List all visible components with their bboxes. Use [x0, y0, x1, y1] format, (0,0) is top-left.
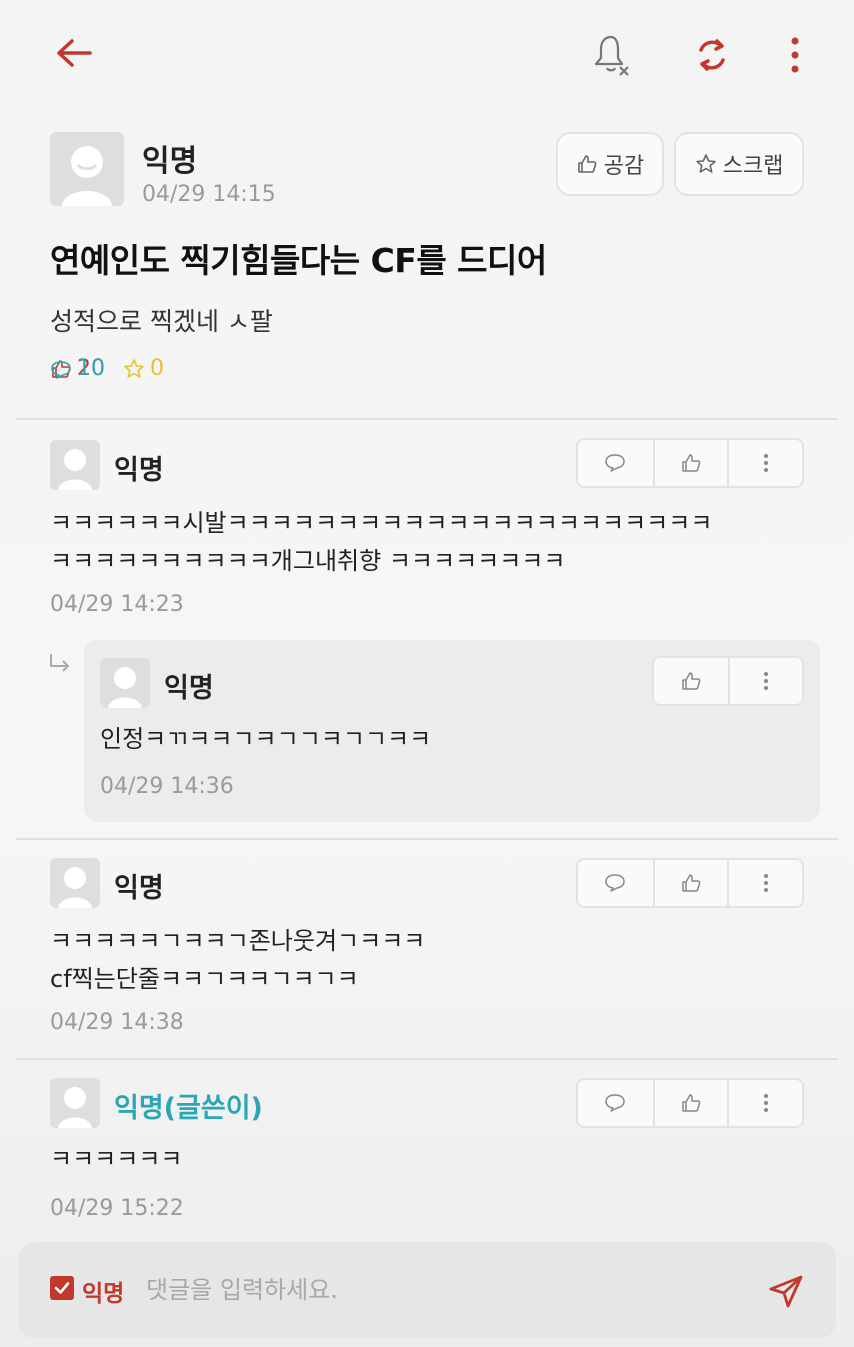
comment-more-button[interactable]: [727, 1080, 802, 1126]
bell-off-icon[interactable]: [582, 28, 642, 82]
thumbs-up-icon: [682, 454, 701, 472]
comment-line: ㅋㅋㅋㅋㅋㅋㅋㅋㅋㅋ개그내취향 ㅋㅋㅋㅋㅋㅋㅋㅋ: [50, 547, 566, 575]
scrap-button[interactable]: 스크랩: [674, 132, 804, 196]
comment-text: ㅋㅋㅋㅋㅋㅋ: [50, 1140, 182, 1178]
post-stats: 20 10 0: [50, 356, 164, 381]
comment-input[interactable]: [146, 1270, 736, 1310]
speech-bubble-icon: [51, 360, 71, 379]
thumbs-up-icon: [682, 1094, 701, 1112]
like-button-label: 공감: [603, 154, 645, 179]
scrap-button-label: 스크랩: [722, 154, 784, 179]
avatar: [50, 858, 100, 908]
reply-arrow-icon: [48, 652, 72, 680]
more-vertical-icon: [763, 1094, 768, 1112]
comment-actions: [652, 656, 804, 706]
more-vertical-icon: [763, 874, 768, 892]
comment-author: 익명: [114, 873, 164, 904]
thumbs-up-icon: [577, 155, 597, 173]
comment-like-button[interactable]: [652, 440, 728, 486]
comment-line: ㅋㅋㅋㅋㅋㅋ시발ㅋㅋㅋㅋㅋㅋㅋㅋㅋㅋㅋㅋㅋㅋㅋㅋㅋㅋㅋㅋㅋㅋ: [50, 509, 713, 537]
more-vertical-icon: [763, 672, 768, 690]
avatar: [50, 1078, 100, 1128]
more-vertical-icon: [763, 454, 768, 472]
avatar: [50, 132, 124, 206]
comment-count-value: 10: [77, 356, 105, 381]
send-icon[interactable]: [764, 1268, 810, 1314]
speech-bubble-icon: [605, 454, 626, 472]
comment-date: 04/29 14:23: [50, 592, 184, 617]
comment-line: ㅋㅋㅋㅋㅋㅋ: [50, 1145, 183, 1173]
top-bar: [0, 0, 854, 110]
comment-line: cf찍는단줄ㅋㅋㄱㅋㅋㄱㅋㄱㅋ: [50, 965, 359, 993]
comment-text: ㅋㅋㅋㅋㅋㅋ시발ㅋㅋㅋㅋㅋㅋㅋㅋㅋㅋㅋㅋㅋㅋㅋㅋㅋㅋㅋㅋㅋㅋ ㅋㅋㅋㅋㅋㅋㅋㅋㅋ…: [50, 504, 712, 580]
comment-author: 익명: [114, 455, 164, 486]
comment-date: 04/29 14:36: [100, 774, 234, 799]
star-icon: [695, 154, 716, 173]
thumbs-up-icon: [682, 874, 701, 892]
reply-button[interactable]: [578, 1080, 653, 1126]
comment-like-button[interactable]: [652, 1080, 728, 1126]
reply-item: 익명 인정ㅋㄲㅋㅋㄱㅋㄱㄱㅋㄱㄱㅋㅋ 04/29 14:36: [84, 640, 820, 822]
avatar: [50, 440, 100, 490]
anonymous-checkbox[interactable]: [50, 1276, 74, 1300]
refresh-icon[interactable]: [682, 28, 742, 82]
avatar: [100, 658, 150, 708]
anonymous-label[interactable]: 익명: [82, 1274, 124, 1308]
comment-actions: [576, 1078, 804, 1128]
post-body: 성적으로 찍겠네 ㅅ팔: [50, 307, 273, 336]
post-title: 연예인도 찍기힘들다는 CF를 드디어: [50, 241, 547, 280]
post-author: 익명: [142, 144, 198, 179]
comment-author-op: 익명(글쓴이): [114, 1093, 263, 1124]
reply-button[interactable]: [578, 440, 653, 486]
like-button[interactable]: 공감: [556, 132, 664, 196]
comment-author: 익명: [164, 673, 214, 704]
comment-more-button[interactable]: [727, 658, 802, 704]
speech-bubble-icon: [605, 874, 626, 892]
more-vertical-icon[interactable]: [770, 28, 820, 82]
comment-line: ㅋㅋㅋㅋㅋㄱㅋㅋㄱ존나웃겨ㄱㅋㅋㅋ: [50, 927, 426, 955]
arrow-left-icon[interactable]: [44, 28, 104, 78]
comment-date: 04/29 14:38: [50, 1010, 184, 1035]
comment-text: 인정ㅋㄲㅋㅋㄱㅋㄱㄱㅋㄱㄱㅋㅋ: [100, 720, 431, 758]
reply-button[interactable]: [578, 860, 653, 906]
comment-line: 인정ㅋㄲㅋㅋㄱㅋㄱㄱㅋㄱㄱㅋㅋ: [100, 725, 432, 753]
comment-more-button[interactable]: [727, 860, 802, 906]
comment-like-button[interactable]: [652, 860, 728, 906]
comment-actions: [576, 438, 804, 488]
app-screen: 익명 04/29 14:15 공감 스크랩 연예인도 찍기힘들다는 CF를 드디…: [0, 0, 854, 1347]
divider: [16, 418, 838, 420]
divider: [16, 838, 838, 840]
comment-actions: [576, 858, 804, 908]
speech-bubble-icon: [605, 1094, 626, 1112]
divider: [16, 1058, 838, 1060]
comment-date: 04/29 15:22: [50, 1196, 184, 1221]
comment-text: ㅋㅋㅋㅋㅋㄱㅋㅋㄱ존나웃겨ㄱㅋㅋㅋ cf찍는단줄ㅋㅋㄱㅋㅋㄱㅋㄱㅋ: [50, 922, 425, 998]
comment-count: 10: [50, 356, 854, 381]
comment-input-bar: 익명: [18, 1242, 836, 1338]
comment-more-button[interactable]: [727, 440, 802, 486]
comment-like-button[interactable]: [654, 658, 728, 704]
post-date: 04/29 14:15: [142, 182, 276, 207]
checkmark-icon: [54, 1282, 70, 1294]
thumbs-up-icon: [682, 672, 701, 690]
